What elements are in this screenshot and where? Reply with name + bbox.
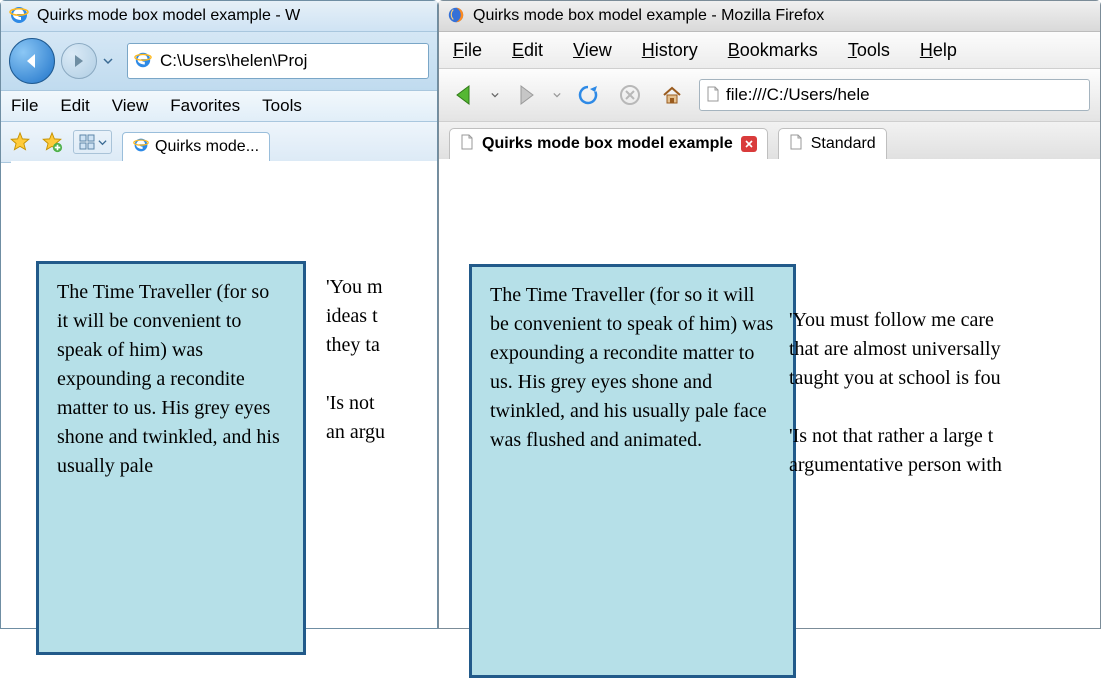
browser-tab[interactable]: Standard <box>778 128 887 160</box>
quirks-box: The Time Traveller (for so it will be co… <box>36 261 306 655</box>
forward-button[interactable] <box>511 80 541 110</box>
ff-menubar: File Edit View History Bookmarks Tools H… <box>439 32 1100 69</box>
ie-e-icon <box>128 51 152 72</box>
add-favorite-icon[interactable] <box>41 131 63 153</box>
page-icon <box>789 134 803 155</box>
tab-label: Standard <box>811 135 876 153</box>
address-text: C:\Users\helen\Proj <box>152 51 315 71</box>
close-tab-button[interactable] <box>741 136 757 152</box>
menu-file[interactable]: File <box>11 96 38 116</box>
tab-label: Quirks mode box model example <box>482 135 733 153</box>
quirks-box: The Time Traveller (for so it will be co… <box>469 264 796 678</box>
menu-view[interactable]: View <box>112 96 149 116</box>
browser-tab-active[interactable]: Quirks mode box model example <box>449 128 768 160</box>
ie-e-icon <box>9 5 29 28</box>
ie-menubar: File Edit View Favorites Tools <box>1 91 437 122</box>
back-button[interactable] <box>449 80 479 110</box>
ff-titlebar: Quirks mode box model example - Mozilla … <box>439 1 1100 32</box>
ff-window-title: Quirks mode box model example - Mozilla … <box>473 7 824 25</box>
firefox-window: Quirks mode box model example - Mozilla … <box>438 0 1101 629</box>
reload-button[interactable] <box>573 80 603 110</box>
ff-tabbar: Quirks mode box model example Standard <box>439 122 1100 161</box>
quirks-box-text: The Time Traveller (for so it will be co… <box>490 284 773 451</box>
tab-label: Quirks mode... <box>155 138 259 156</box>
address-bar[interactable]: C:\Users\helen\Proj <box>127 43 429 79</box>
ie-toolbar: Quirks mode... <box>1 122 437 163</box>
address-bar[interactable]: file:///C:/Users/hele <box>699 79 1090 111</box>
address-text: file:///C:/Users/hele <box>726 85 870 105</box>
ie-window-title: Quirks mode box model example - W <box>37 7 300 25</box>
chevron-down-icon[interactable] <box>491 91 499 99</box>
stop-button[interactable] <box>615 80 645 110</box>
ff-toolbar: file:///C:/Users/hele <box>439 69 1100 122</box>
ie-page-content: The Time Traveller (for so it will be co… <box>11 161 437 628</box>
menu-tools[interactable]: Tools <box>848 40 890 61</box>
chevron-down-icon[interactable] <box>103 56 113 66</box>
menu-favorites[interactable]: Favorites <box>170 96 240 116</box>
menu-edit[interactable]: Edit <box>60 96 89 116</box>
chevron-down-icon[interactable] <box>553 91 561 99</box>
ie-window: Quirks mode box model example - W C:\Use… <box>0 0 438 629</box>
menu-file[interactable]: File <box>453 40 482 61</box>
menu-edit[interactable]: Edit <box>512 40 543 61</box>
forward-button[interactable] <box>61 43 97 79</box>
favorites-star-icon[interactable] <box>9 131 31 153</box>
ie-e-icon <box>133 137 149 158</box>
quirks-box-text: The Time Traveller (for so it will be co… <box>57 281 280 477</box>
menu-history[interactable]: History <box>642 40 698 61</box>
menu-view[interactable]: View <box>573 40 612 61</box>
page-icon <box>460 134 474 155</box>
ff-page-content: The Time Traveller (for so it will be co… <box>439 159 1100 628</box>
firefox-icon <box>447 6 465 27</box>
home-button[interactable] <box>657 80 687 110</box>
body-text: 'You must follow me care that are almost… <box>789 306 1101 480</box>
ie-nav-row: C:\Users\helen\Proj <box>1 32 437 91</box>
back-button[interactable] <box>9 38 55 84</box>
menu-tools[interactable]: Tools <box>262 96 302 116</box>
quick-tabs-button[interactable] <box>73 130 112 154</box>
menu-bookmarks[interactable]: Bookmarks <box>728 40 818 61</box>
page-icon <box>706 86 720 105</box>
browser-tab[interactable]: Quirks mode... <box>122 132 270 162</box>
chevron-down-icon <box>98 138 107 147</box>
menu-help[interactable]: Help <box>920 40 957 61</box>
ie-titlebar: Quirks mode box model example - W <box>1 1 437 32</box>
